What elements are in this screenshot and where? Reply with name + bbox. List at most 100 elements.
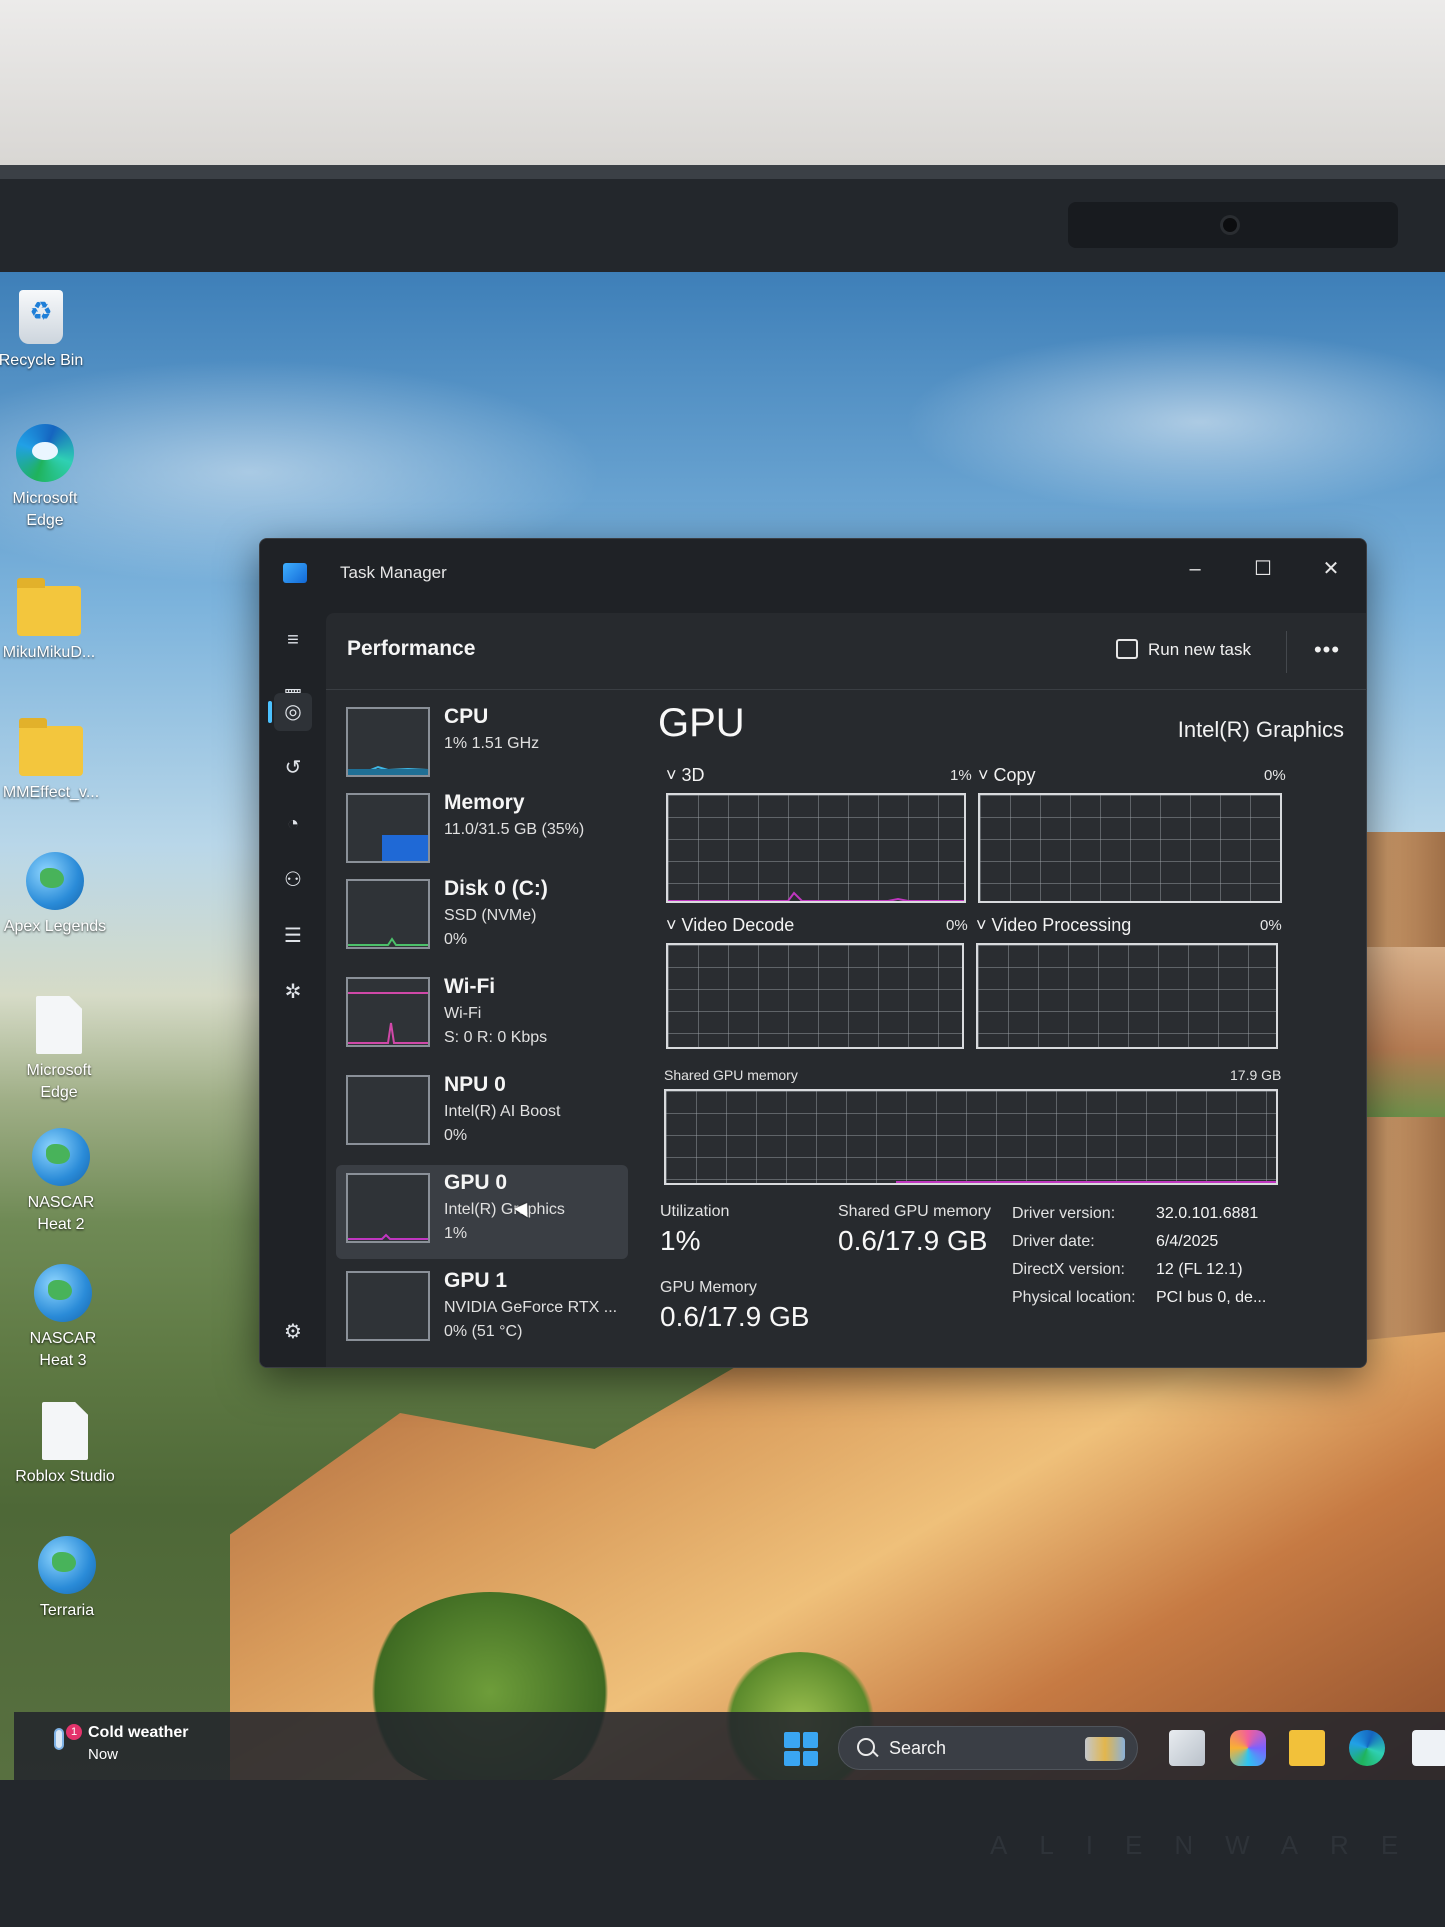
more-options-icon[interactable]: •••: [1302, 627, 1352, 673]
performance-page: Performance Run new task ••• CPU 1% 1.51…: [326, 613, 1366, 1367]
device-detail: 1% 1.51 GHz: [444, 735, 540, 752]
desktop-icon-label: Recycle Bin: [0, 352, 84, 369]
device-usage: 0%: [444, 931, 468, 948]
device-name: Memory: [444, 791, 525, 814]
desktop-icon-label: Roblox Studio: [15, 1468, 115, 1485]
engine-value: 0%: [1260, 917, 1282, 934]
wifi-thumbnail-graph: [346, 977, 430, 1047]
memory-fill: [382, 835, 428, 861]
close-button[interactable]: ✕: [1303, 549, 1359, 589]
shared-memory-label: Shared GPU memory: [838, 1203, 991, 1220]
start-button[interactable]: [784, 1732, 818, 1766]
edge-icon[interactable]: [1349, 1730, 1385, 1766]
desktop-icon-nascar-heat-2[interactable]: NASCAR Heat 2: [6, 1128, 116, 1236]
engine-label: Copy: [993, 765, 1036, 785]
weather-subtitle[interactable]: Now: [88, 1746, 118, 1763]
globe-icon: [38, 1536, 96, 1594]
device-item-wifi[interactable]: Wi-Fi Wi-Fi S: 0 R: 0 Kbps: [336, 969, 628, 1063]
store-icon[interactable]: [1412, 1730, 1445, 1766]
taskbar-search-box[interactable]: Search: [838, 1726, 1138, 1770]
device-name: Disk 0 (C:): [444, 877, 548, 900]
device-name: GPU 0: [444, 1171, 508, 1194]
desktop-icon-edge[interactable]: Microsoft Edge: [0, 424, 100, 532]
desktop-icon-mmeffect[interactable]: MMEffect_v...: [0, 718, 106, 804]
weather-title[interactable]: Cold weather: [88, 1724, 188, 1742]
engine-video-processing-graph: [976, 943, 1278, 1049]
desktop-icon-roblox-studio[interactable]: Roblox Studio: [10, 1402, 120, 1488]
task-manager-logo-icon: [283, 563, 307, 583]
device-item-disk[interactable]: Disk 0 (C:) SSD (NVMe) 0%: [336, 871, 628, 965]
details-icon[interactable]: ☰: [274, 917, 312, 955]
folder-icon: [17, 578, 81, 636]
settings-icon[interactable]: ⚙: [274, 1313, 312, 1351]
desktop-icon-apex-legends[interactable]: Apex Legends: [0, 852, 110, 938]
nav-rail: ≡ ▦ ◎ ↺ ◔ ⚇ ☰ ✲ ⚙: [260, 613, 326, 1367]
startup-apps-icon[interactable]: ◔: [274, 805, 312, 843]
globe-icon: [26, 852, 84, 910]
minimize-button[interactable]: –: [1167, 549, 1223, 589]
device-item-memory[interactable]: Memory 11.0/31.5 GB (35%): [336, 785, 628, 879]
desktop-icon-microsoft-edge-doc[interactable]: Microsoft Edge: [4, 996, 114, 1104]
folder-icon[interactable]: [1289, 1730, 1325, 1766]
engine-3d-graph: [666, 793, 966, 903]
run-new-task-button[interactable]: Run new task: [1116, 627, 1274, 673]
windows-logo-icon: [802, 1750, 818, 1766]
copilot-icon[interactable]: [1230, 1730, 1266, 1766]
services-icon[interactable]: ✲: [274, 973, 312, 1011]
engine-copy-selector[interactable]: ˅ Copy: [978, 765, 1036, 786]
desktop-icon-mikumikud[interactable]: MikuMikuD...: [0, 578, 104, 664]
desktop-icon-recycle-bin[interactable]: Recycle Bin: [0, 290, 96, 372]
task-manager-window: Task Manager – ☐ ✕ ≡ ▦ ◎ ↺ ◔ ⚇ ☰ ✲ ⚙ Per…: [259, 538, 1367, 1368]
shared-memory-value: 0.6/17.9 GB: [838, 1225, 988, 1256]
driver-version-key: Driver version:: [1012, 1205, 1116, 1222]
search-label: Search: [889, 1738, 947, 1758]
recycle-bin-icon: [19, 290, 63, 344]
performance-icon[interactable]: ◎: [274, 693, 312, 731]
hamburger-icon[interactable]: ≡: [274, 621, 312, 659]
weather-badge: 1: [66, 1724, 82, 1740]
desktop-icon-label: Microsoft Edge: [26, 1062, 92, 1101]
windows-logo-icon: [784, 1732, 800, 1748]
utilization-label: Utilization: [660, 1203, 730, 1220]
title-bar[interactable]: Task Manager – ☐ ✕: [260, 539, 1366, 613]
desktop-icon-label: MikuMikuD...: [2, 644, 96, 661]
maximize-button[interactable]: ☐: [1235, 549, 1291, 589]
windows-logo-icon: [802, 1732, 818, 1748]
file-explorer-window-icon[interactable]: [1169, 1730, 1205, 1766]
engine-3d-selector[interactable]: ˅ 3D: [666, 765, 705, 786]
device-item-cpu[interactable]: CPU 1% 1.51 GHz: [336, 699, 628, 793]
shared-memory-line: [896, 1181, 1276, 1183]
device-item-gpu1[interactable]: GPU 1 NVIDIA GeForce RTX ... 0% (51 °C): [336, 1263, 628, 1357]
app-history-icon[interactable]: ↺: [274, 749, 312, 787]
wifi-sparkline: [348, 992, 428, 1044]
gpu0-thumbnail-graph: [346, 1173, 430, 1243]
device-usage: 0%: [444, 1127, 468, 1144]
engine-value: 0%: [1264, 767, 1286, 784]
device-item-npu[interactable]: NPU 0 Intel(R) AI Boost 0%: [336, 1067, 628, 1161]
utilization-value: 1%: [660, 1225, 701, 1256]
page-header: Performance Run new task •••: [326, 613, 1366, 690]
driver-date-key: Driver date:: [1012, 1233, 1095, 1250]
engine-label: Video Decode: [681, 915, 795, 935]
engine-video-decode-selector[interactable]: ˅ Video Decode: [666, 915, 794, 936]
device-name: CPU: [444, 705, 489, 728]
device-name: Wi-Fi: [444, 975, 496, 998]
engine-label: 3D: [681, 765, 705, 785]
device-detail: SSD (NVMe): [444, 907, 537, 924]
gpu-detail-panel: GPU Intel(R) Graphics ˅ 3D 1% ˅ Copy 0% …: [656, 699, 1344, 1367]
engine-video-decode-graph: [666, 943, 964, 1049]
windows-logo-icon: [784, 1750, 800, 1766]
engine-value: 0%: [946, 917, 968, 934]
desktop-icon-terraria[interactable]: Terraria: [12, 1536, 122, 1622]
document-icon: [42, 1402, 88, 1460]
device-item-gpu0[interactable]: GPU 0 Intel(R) Graphics 1%: [336, 1165, 628, 1259]
desktop-icon-nascar-heat-3[interactable]: NASCAR Heat 3: [8, 1264, 118, 1372]
gpu-model-name: Intel(R) Graphics: [1177, 717, 1344, 742]
detail-title: GPU: [658, 701, 745, 745]
shared-memory-graph: [664, 1089, 1278, 1185]
engine-video-processing-selector[interactable]: ˅ Video Processing: [976, 915, 1131, 936]
webcam-icon: [1223, 218, 1237, 232]
taskbar: 1 Cold weather Now Search: [14, 1712, 1445, 1780]
cpu-sparkline: [348, 765, 428, 775]
users-icon[interactable]: ⚇: [274, 861, 312, 899]
